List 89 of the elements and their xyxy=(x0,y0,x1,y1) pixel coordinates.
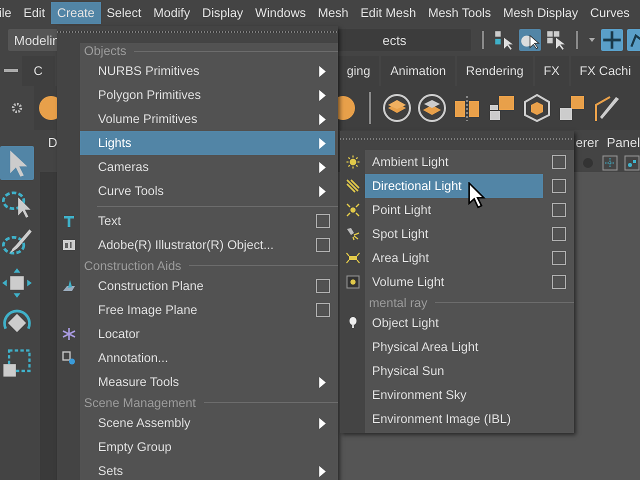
select-object-icon[interactable] xyxy=(518,29,541,51)
menu-item[interactable]: Adobe(R) Illustrator(R) Object... xyxy=(80,233,335,257)
section-header: Scene Management xyxy=(84,396,196,410)
menu-item[interactable]: Curves xyxy=(584,0,636,26)
select-hierarchy-icon[interactable] xyxy=(492,29,515,51)
settings-icon[interactable] xyxy=(10,102,24,114)
menu-item[interactable]: Scene Assembly xyxy=(80,411,335,435)
menu-item[interactable]: Object Light xyxy=(365,311,543,335)
menu-item[interactable]: Empty Group xyxy=(80,435,335,459)
menu-item[interactable]: Physical Area Light xyxy=(365,335,543,359)
point-light-icon xyxy=(346,203,360,217)
menu-item[interactable]: Ambient Light xyxy=(365,150,543,174)
menu-item[interactable]: Mesh Display xyxy=(497,0,584,26)
sun-icon xyxy=(346,155,360,169)
menu-item[interactable]: NURBS Primitives xyxy=(80,59,335,83)
shelf-tab[interactable]: Animation xyxy=(381,56,455,86)
menu-item[interactable]: Curve Tools xyxy=(80,179,335,203)
section-header: mental ray xyxy=(369,296,428,310)
panel-menu-item[interactable]: erer xyxy=(576,134,599,150)
option-box[interactable] xyxy=(316,303,330,317)
menu-item[interactable]: Edit Mesh xyxy=(354,0,422,26)
mouse-pointer-icon xyxy=(468,182,486,209)
option-box[interactable] xyxy=(316,214,330,228)
menu-item[interactable]: Environment Sky xyxy=(365,383,543,407)
option-box[interactable] xyxy=(552,251,566,265)
document-icon xyxy=(62,238,76,252)
section-header: Objects xyxy=(84,44,126,58)
option-box[interactable] xyxy=(316,279,330,293)
cube-icon[interactable] xyxy=(522,93,552,123)
menu-item[interactable]: Construction Plane xyxy=(80,274,335,298)
grid-icon[interactable] xyxy=(557,93,587,123)
layers-icon[interactable] xyxy=(417,93,447,123)
menu-item[interactable]: Mesh xyxy=(312,0,354,26)
panel-menu-item[interactable]: Panel xyxy=(606,134,640,150)
mode-dropdown[interactable]: Modelin xyxy=(8,29,60,51)
menu-item[interactable]: Sets xyxy=(80,459,335,480)
menu-item[interactable]: Volume Primitives xyxy=(80,107,335,131)
option-box[interactable] xyxy=(552,203,566,217)
option-box[interactable] xyxy=(552,179,566,193)
menu-item[interactable]: Environment Image (IBL) xyxy=(365,407,543,431)
shelf-tab[interactable]: Rendering xyxy=(456,56,533,86)
shelf-tab[interactable]: C xyxy=(22,56,55,86)
option-box[interactable] xyxy=(552,227,566,241)
area-light-icon xyxy=(346,251,360,265)
section-header: Construction Aids xyxy=(84,258,182,272)
grid-icon[interactable] xyxy=(602,155,618,171)
option-box[interactable] xyxy=(552,155,566,169)
menu-item[interactable]: Free Image Plane xyxy=(80,298,335,322)
panel-title: D xyxy=(48,134,58,150)
menu-item[interactable]: Mesh Tools xyxy=(422,0,498,26)
menu-item[interactable]: Physical Sun xyxy=(365,359,543,383)
menu-item[interactable]: Create xyxy=(51,2,101,24)
option-box[interactable] xyxy=(552,275,566,289)
spotlight-icon xyxy=(346,227,360,241)
shelf-tab[interactable]: FX Cachi xyxy=(570,56,640,86)
shapes-icon[interactable] xyxy=(624,155,640,171)
letter-t-icon xyxy=(62,214,76,228)
layers-icon[interactable] xyxy=(382,93,412,123)
menu-item[interactable]: Point Light xyxy=(365,198,543,222)
move-icon[interactable] xyxy=(0,266,34,300)
volume-light-icon xyxy=(346,275,360,289)
split-cube-icon[interactable] xyxy=(452,93,482,123)
menu-item[interactable]: Volume Light xyxy=(365,270,543,294)
menu-item[interactable]: Cameras xyxy=(80,155,335,179)
menu-item[interactable]: Measure Tools xyxy=(80,370,335,394)
menu-item[interactable]: Directional Light xyxy=(365,174,543,198)
tear-off-bar[interactable] xyxy=(57,26,338,43)
menu-item[interactable]: Text xyxy=(80,209,335,233)
menu-item[interactable]: Area Light xyxy=(365,246,543,270)
menu-item[interactable]: Windows xyxy=(249,0,312,26)
locator-icon xyxy=(62,327,76,341)
menu-item[interactable]: Select xyxy=(100,0,148,26)
snap-grid-icon[interactable] xyxy=(600,29,623,51)
menu-item[interactable]: Display xyxy=(196,0,250,26)
shelf-tab[interactable]: FX xyxy=(534,56,569,86)
annotation-icon xyxy=(62,351,76,365)
menu-item[interactable]: Lights xyxy=(80,131,335,155)
grid-icon[interactable] xyxy=(487,93,517,123)
menu-item[interactable]: Locator xyxy=(80,322,335,346)
menu-item[interactable]: Annotation... xyxy=(80,346,335,370)
option-box[interactable] xyxy=(316,238,330,252)
menu-item[interactable]: Edit xyxy=(18,0,52,26)
plane-icon xyxy=(62,279,76,293)
menu-item[interactable]: Spot Light xyxy=(365,222,543,246)
tear-off-bar[interactable] xyxy=(340,131,574,150)
menu-item[interactable]: ile xyxy=(0,0,18,26)
select-component-icon[interactable] xyxy=(544,29,567,51)
menu-item[interactable]: Polygon Primitives xyxy=(80,83,335,107)
menu-item[interactable]: Modify xyxy=(147,0,196,26)
